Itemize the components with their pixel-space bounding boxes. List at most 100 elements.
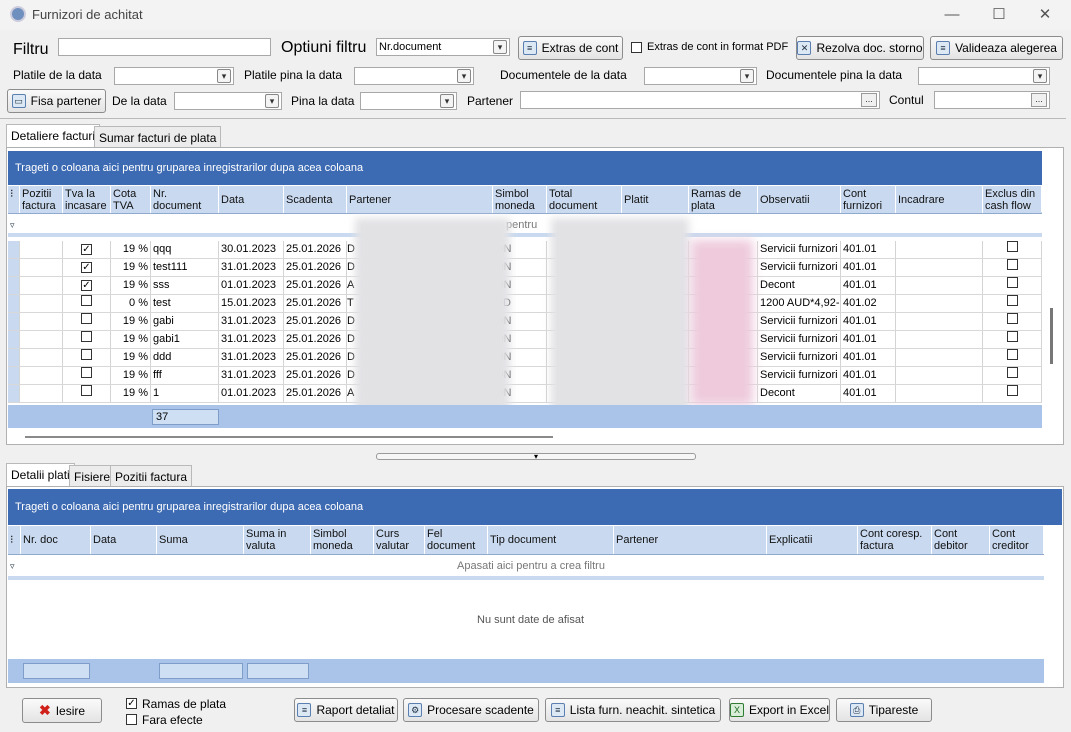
cell-tva-checkbox[interactable]: ✓: [63, 259, 111, 276]
col-pozitii-factura[interactable]: Pozitii factura: [20, 186, 63, 213]
col-observatii[interactable]: Observatii: [758, 186, 841, 213]
partener-input[interactable]: ...: [520, 91, 880, 109]
ellipsis-icon[interactable]: ...: [861, 93, 877, 107]
extras-pdf-checkbox[interactable]: [631, 42, 642, 53]
col-suma[interactable]: Suma: [157, 526, 244, 554]
minimize-button[interactable]: —: [941, 4, 963, 26]
table-row[interactable]: 19 %gabi31.01.202325.01.2026DONServicii …: [8, 313, 1042, 331]
col-cont-creditor[interactable]: Cont creditor: [990, 526, 1044, 554]
cell-exclus-checkbox[interactable]: [983, 295, 1042, 312]
ramas-de-plata-checkbox[interactable]: ✓: [126, 698, 137, 709]
col-data[interactable]: Data: [91, 526, 157, 554]
col-nr-document[interactable]: Nr. document: [151, 186, 219, 213]
chevron-down-icon[interactable]: ▾: [740, 69, 754, 83]
checkbox[interactable]: [1006, 331, 1018, 342]
iesire-button[interactable]: ✖ Iesire: [22, 698, 102, 723]
col-tva-incasare[interactable]: Tva la incasare: [63, 186, 111, 213]
checkbox[interactable]: [81, 349, 92, 360]
checkbox[interactable]: [81, 313, 92, 324]
checkbox[interactable]: [1006, 241, 1018, 252]
table-row[interactable]: ✓19 %sss01.01.202325.01.2026AONDecont401…: [8, 277, 1042, 295]
platile-pina-date[interactable]: ▾: [354, 67, 474, 85]
table-row[interactable]: ✓19 %test11131.01.202325.01.2026DONServi…: [8, 259, 1042, 277]
col-suma-valuta[interactable]: Suma in valuta: [244, 526, 311, 554]
checkbox[interactable]: [81, 385, 92, 396]
extras-de-cont-button[interactable]: ≡ Extras de cont: [518, 36, 623, 60]
cell-tva-checkbox[interactable]: [63, 385, 111, 402]
col-scadenta[interactable]: Scadenta: [284, 186, 347, 213]
lista-furnizori-button[interactable]: ≡ Lista furn. neachit. sintetica: [545, 698, 721, 722]
tab-detaliere-facturi[interactable]: Detaliere facturi: [6, 124, 101, 148]
col-data[interactable]: Data: [219, 186, 284, 213]
cell-exclus-checkbox[interactable]: [983, 313, 1042, 330]
table-row[interactable]: 19 %gabi131.01.202325.01.2026DONServicii…: [8, 331, 1042, 349]
cell-tva-checkbox[interactable]: [63, 313, 111, 330]
optiuni-filtru-select[interactable]: Nr.document ▾: [376, 38, 510, 56]
chevron-down-icon[interactable]: ▾: [493, 40, 507, 54]
checkbox[interactable]: [1006, 295, 1018, 306]
procesare-scadente-button[interactable]: ⚙ Procesare scadente: [403, 698, 539, 722]
col-total-document[interactable]: Total document: [547, 186, 622, 213]
check-icon[interactable]: ✓: [81, 280, 92, 291]
col-simbol-moneda[interactable]: Simbol moneda: [311, 526, 374, 554]
col-incadrare[interactable]: Incadrare: [896, 186, 983, 213]
col-cont-furnizori[interactable]: Cont furnizori: [841, 186, 896, 213]
tab-detalii-plati[interactable]: Detalii plati: [6, 463, 75, 487]
col-cont-debitor[interactable]: Cont debitor: [932, 526, 990, 554]
col-curs-valutar[interactable]: Curs valutar: [374, 526, 425, 554]
col-platit[interactable]: Platit: [622, 186, 689, 213]
table-row[interactable]: 19 %ddd31.01.202325.01.2026DONServicii f…: [8, 349, 1042, 367]
col-fel-document[interactable]: Fel document: [425, 526, 488, 554]
col-exclus-cash-flow[interactable]: Exclus din cash flow si penalitati: [983, 186, 1042, 212]
cell-exclus-checkbox[interactable]: [983, 331, 1042, 348]
col-nr-doc[interactable]: Nr. doc: [21, 526, 91, 554]
table-row[interactable]: ✓19 %qqq30.01.202325.01.2026DONServicii …: [8, 241, 1042, 259]
col-cota-tva[interactable]: Cota TVA: [111, 186, 151, 213]
cell-tva-checkbox[interactable]: [63, 295, 111, 312]
fisa-partener-button[interactable]: ▭ Fisa partener: [7, 89, 106, 113]
chevron-down-icon[interactable]: ▾: [217, 69, 231, 83]
column-selector-icon[interactable]: ⁝: [8, 526, 21, 554]
check-icon[interactable]: ✓: [81, 244, 92, 255]
export-excel-button[interactable]: X Export in Excel: [729, 698, 830, 722]
cell-exclus-checkbox[interactable]: [983, 277, 1042, 294]
cell-tva-checkbox[interactable]: [63, 331, 111, 348]
col-tip-document[interactable]: Tip document: [488, 526, 614, 554]
tipareste-button[interactable]: ⎙ Tipareste: [836, 698, 932, 722]
chevron-down-icon[interactable]: ▾: [1033, 69, 1047, 83]
filter-row[interactable]: ▿ Apasati aici pentru a crea filtru: [8, 556, 1044, 580]
vertical-scrollbar[interactable]: [1050, 308, 1053, 364]
col-simbol-moneda[interactable]: Simbol moneda: [493, 186, 547, 213]
col-partener[interactable]: Partener: [614, 526, 767, 554]
de-la-date[interactable]: ▾: [174, 92, 282, 110]
maximize-button[interactable]: ☐: [988, 4, 1010, 26]
checkbox[interactable]: [1006, 367, 1018, 378]
pina-la-date[interactable]: ▾: [360, 92, 457, 110]
horizontal-scrollbar[interactable]: [25, 436, 553, 438]
column-selector-icon[interactable]: ⁝: [8, 186, 20, 213]
chevron-down-icon[interactable]: ▾: [457, 69, 471, 83]
fara-efecte-checkbox[interactable]: [126, 714, 137, 725]
table-row[interactable]: 0 %test15.01.202325.01.2026TUD1200 AUD*4…: [8, 295, 1042, 313]
splitter-handle[interactable]: ▾: [376, 453, 696, 461]
cell-tva-checkbox[interactable]: [63, 349, 111, 366]
tab-pozitii-factura[interactable]: Pozitii factura: [110, 465, 193, 487]
raport-detaliat-button[interactable]: ≡ Raport detaliat: [294, 698, 398, 722]
table-row[interactable]: 19 %fff31.01.202325.01.2026DONServicii f…: [8, 367, 1042, 385]
filter-row[interactable]: ▿ pentru: [8, 215, 1042, 237]
checkbox[interactable]: [81, 295, 92, 306]
col-cont-coresp[interactable]: Cont coresp. factura: [858, 526, 932, 554]
checkbox[interactable]: [81, 331, 92, 342]
ellipsis-icon[interactable]: ...: [1031, 93, 1047, 107]
checkbox[interactable]: [1006, 313, 1018, 324]
cell-exclus-checkbox[interactable]: [983, 259, 1042, 276]
cell-tva-checkbox[interactable]: ✓: [63, 277, 111, 294]
cell-exclus-checkbox[interactable]: [983, 385, 1042, 402]
chevron-down-icon[interactable]: ▾: [440, 94, 454, 108]
checkbox[interactable]: [1006, 349, 1018, 360]
valideaza-button[interactable]: ≡ Valideaza alegerea: [930, 36, 1063, 60]
tab-sumar-facturi[interactable]: Sumar facturi de plata: [94, 126, 222, 148]
check-icon[interactable]: ✓: [81, 262, 92, 273]
platile-de-la-date[interactable]: ▾: [114, 67, 234, 85]
rezolva-storno-button[interactable]: ✕ Rezolva doc. storno: [796, 36, 924, 60]
